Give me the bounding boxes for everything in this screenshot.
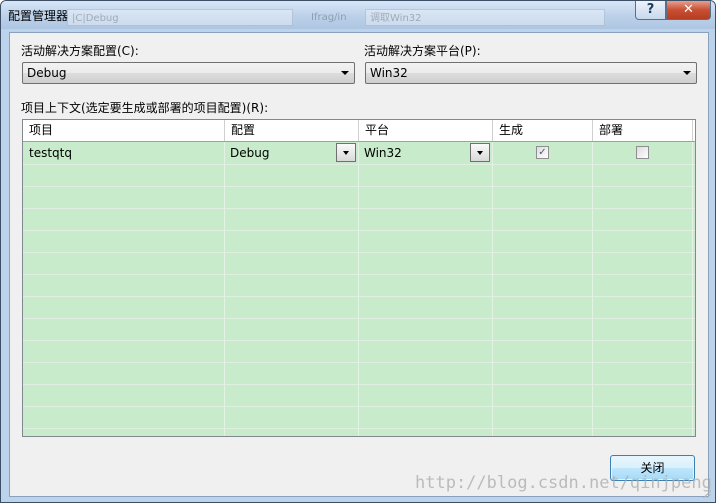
column-header-build[interactable]: 生成 bbox=[493, 120, 593, 141]
column-header-deploy[interactable]: 部署 bbox=[593, 120, 693, 141]
resize-grip[interactable] bbox=[701, 488, 711, 498]
window-close-button[interactable]: ✕ bbox=[666, 1, 711, 20]
solution-config-value: Debug bbox=[27, 66, 67, 80]
project-name-cell: testqtq bbox=[29, 146, 72, 160]
project-contexts-label: 项目上下文(选定要生成或部署的项目配置)(R): bbox=[21, 101, 269, 115]
platform-cell-value: Win32 bbox=[364, 146, 402, 160]
build-checkbox[interactable]: ✓ bbox=[536, 146, 549, 159]
chevron-down-icon[interactable] bbox=[336, 143, 356, 162]
background-ghost-combo-1: |C|Debug bbox=[67, 9, 293, 26]
dialog-body: 活动解决方案配置(C): Debug 活动解决方案平台(P): Win32 项目… bbox=[9, 32, 709, 497]
solution-platform-combo[interactable]: Win32 bbox=[365, 62, 697, 84]
chevron-down-icon bbox=[341, 71, 349, 75]
column-header-project[interactable]: 项目 bbox=[23, 120, 225, 141]
project-contexts-grid[interactable]: 项目 配置 平台 生成 部署 testqtq Debug Win32 ✓ bbox=[22, 119, 696, 437]
title-bar[interactable]: 配置管理器 |C|Debug Ifrag/in 调取Win32 ? ✕ bbox=[1, 1, 715, 29]
background-ghost-combo-2: 调取Win32 bbox=[365, 9, 605, 26]
dialog-title: 配置管理器 bbox=[8, 9, 69, 23]
deploy-checkbox[interactable] bbox=[636, 146, 649, 159]
solution-config-label: 活动解决方案配置(C): bbox=[21, 44, 139, 58]
column-header-platform[interactable]: 平台 bbox=[359, 120, 493, 141]
configuration-cell-value: Debug bbox=[230, 146, 270, 160]
solution-platform-label: 活动解决方案平台(P): bbox=[364, 44, 481, 58]
watermark-text: http://blog.csdn.net/qinjpeng bbox=[415, 473, 712, 493]
close-icon: ✕ bbox=[683, 2, 694, 17]
solution-platform-value: Win32 bbox=[370, 66, 408, 80]
solution-config-combo[interactable]: Debug bbox=[22, 62, 355, 84]
grid-header: 项目 配置 平台 生成 部署 bbox=[23, 120, 695, 142]
configuration-cell-combo[interactable]: Debug bbox=[225, 142, 358, 162]
help-icon: ? bbox=[646, 2, 655, 17]
background-ghost-label: Ifrag/in bbox=[311, 12, 347, 23]
config-manager-dialog: 配置管理器 |C|Debug Ifrag/in 调取Win32 ? ✕ 活动解决… bbox=[0, 0, 716, 503]
column-header-configuration[interactable]: 配置 bbox=[225, 120, 359, 141]
chevron-down-icon[interactable] bbox=[470, 143, 490, 162]
chevron-down-icon bbox=[683, 71, 691, 75]
platform-cell-combo[interactable]: Win32 bbox=[359, 142, 492, 162]
help-button[interactable]: ? bbox=[635, 1, 666, 20]
